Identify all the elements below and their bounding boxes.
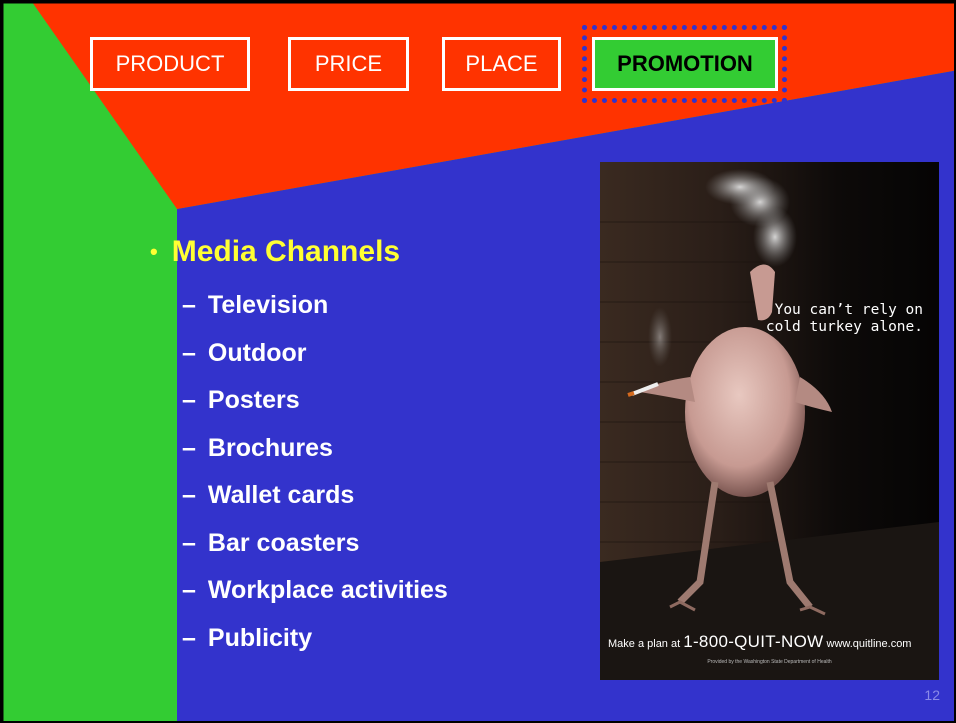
list-item: – Bar coasters (182, 528, 360, 557)
tab-promotion[interactable]: PROMOTION (592, 37, 778, 91)
list-item: – Television (182, 291, 329, 320)
tab-place[interactable]: PLACE (442, 37, 561, 91)
bullet-content: • Media Channels – Television – Outdoor – P… (150, 230, 448, 662)
sub-bullet-list: – Television – Outdoor – Posters – Brochures… (182, 282, 448, 662)
main-bullet-text: Media Channels (171, 235, 401, 268)
poster-call-to-action: Make a plan at 1-800-QUIT-NOW www.quitli… (608, 632, 912, 651)
bullet-dot-icon: • (150, 239, 158, 264)
list-item: – Workplace activities (182, 576, 448, 605)
tab-price[interactable]: PRICE (288, 37, 409, 91)
main-bullet: • Media Channels (150, 230, 448, 274)
list-item: – Publicity (182, 623, 313, 652)
tab-product[interactable]: PRODUCT (90, 37, 250, 91)
turkey-illustration (600, 162, 939, 680)
poster-headline: You can’t rely on cold turkey alone. (765, 302, 923, 335)
poster-fine-print: Provided by the Washington State Departm… (707, 659, 832, 665)
slide: PRODUCT PRICE PLACE PROMOTION • Media Ch… (0, 0, 956, 723)
page-number: 12 (924, 687, 940, 703)
quitline-poster: You can’t rely on cold turkey alone. Mak… (600, 162, 939, 680)
list-item: – Outdoor (182, 338, 307, 367)
list-item: – Brochures (182, 433, 333, 462)
list-item: – Wallet cards (182, 481, 355, 510)
list-item: – Posters (182, 386, 300, 415)
